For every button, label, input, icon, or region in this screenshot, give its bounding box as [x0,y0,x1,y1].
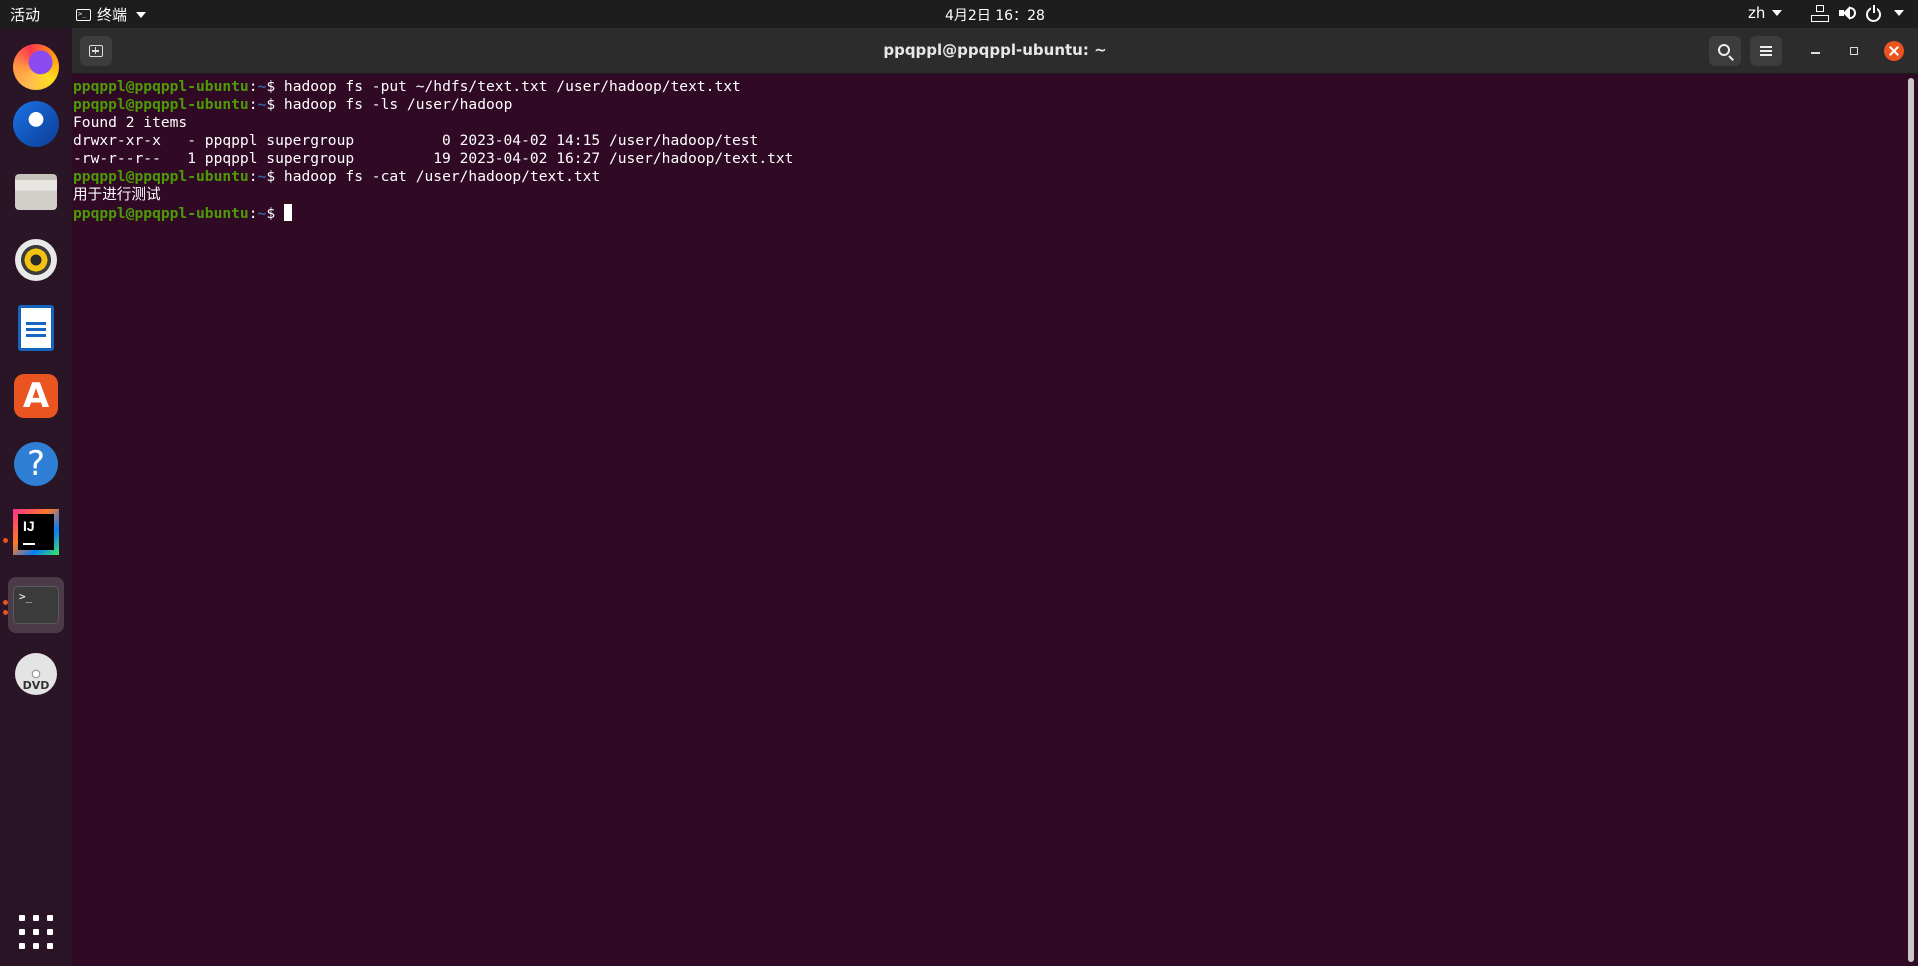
command-text: hadoop fs -put ~/hdfs/text.txt /user/had… [283,78,741,95]
firefox-icon [13,44,59,90]
maximize-button[interactable] [1844,41,1864,61]
maximize-icon [1850,47,1858,55]
output-line: 用于进行测试 [73,186,1902,204]
prompt-user: ppqppl@ppqppl-ubuntu [73,205,249,222]
writer-icon [18,305,54,351]
clock[interactable]: 4月2日 16：28 [945,5,1045,25]
terminal-content[interactable]: ppqppl@ppqppl-ubuntu:~$ hadoop fs -put ~… [72,74,1902,966]
app-store-icon: A [14,374,58,418]
header-bar[interactable]: ppqppl@ppqppl-ubuntu: ~ [72,28,1918,74]
dock-item-firefox[interactable] [8,39,64,95]
prompt-user: ppqppl@ppqppl-ubuntu [73,96,249,113]
prompt-user: ppqppl@ppqppl-ubuntu [73,78,249,95]
output-text: drwxr-xr-x - ppqppl supergroup 0 2023-04… [73,132,759,149]
text-cursor [283,204,292,221]
prompt-line: ppqppl@ppqppl-ubuntu:~$ hadoop fs -put ~… [73,78,741,95]
minimize-button[interactable] [1805,41,1825,61]
power-icon [1866,4,1881,22]
output-text: -rw-r--r-- 1 ppqppl supergroup 19 2023-0… [73,150,794,167]
intellij-icon: IJ [13,509,59,555]
input-method-label: zh [1748,4,1766,22]
search-icon [1718,44,1730,56]
dock-item-help[interactable]: ? [8,436,64,492]
help-icon: ? [14,442,58,486]
output-line: Found 2 items [73,114,1902,132]
dock-item-files[interactable] [8,164,64,220]
dock-item-intellij[interactable]: IJ [8,504,64,560]
prompt-path: ~ [257,205,267,222]
network-icon [1810,4,1829,22]
dock-item-terminal[interactable]: >_ [8,577,64,633]
chevron-down-icon [1772,10,1783,16]
app-menu-label: 终端 [97,6,128,24]
rhythmbox-icon [15,239,57,281]
prompt-path: ~ [257,96,267,113]
menu-button[interactable] [1750,36,1782,66]
prompt-path: ~ [257,168,267,185]
output-line: drwxr-xr-x - ppqppl supergroup 0 2023-04… [73,132,1902,150]
prompt-symbol: $ [266,168,276,185]
system-tray[interactable] [1810,4,1904,22]
prompt-line: ppqppl@ppqppl-ubuntu:~$ hadoop fs -ls /u… [73,96,513,113]
dock-item-thunderbird[interactable] [8,96,64,152]
dock-item-dvd[interactable]: DVD [8,646,64,702]
terminal-icon: >_ [76,8,91,21]
chevron-down-icon [1894,10,1904,16]
app-menu[interactable]: >_ 终端 [76,4,147,25]
close-icon [1889,46,1899,56]
prompt-path: ~ [257,78,267,95]
dock-item-app-store[interactable]: A [8,368,64,424]
prompt-symbol: $ [266,78,276,95]
new-tab-button[interactable] [80,36,112,66]
terminal-icon: >_ [13,586,59,624]
top-bar: 活动 >_ 终端 4月2日 16：28 zh [0,0,1918,28]
thunderbird-icon [13,101,59,147]
command-text: hadoop fs -ls /user/hadoop [283,96,513,113]
dock-item-rhythmbox[interactable] [8,232,64,288]
output-line: -rw-r--r-- 1 ppqppl supergroup 19 2023-0… [73,150,1902,168]
activities-button[interactable]: 活动 [10,4,40,25]
hamburger-icon [1760,46,1772,56]
files-icon [15,174,57,210]
volume-icon [1838,4,1856,22]
prompt-user: ppqppl@ppqppl-ubuntu [73,168,249,185]
dock: A ? IJ >_ DVD [0,28,72,966]
dvd-icon: DVD [15,653,57,695]
close-button[interactable] [1884,41,1904,61]
terminal-window: ppqppl@ppqppl-ubuntu: ~ ppqppl@ppqppl-ub… [72,28,1918,966]
prompt-symbol: $ [266,96,276,113]
scrollbar[interactable] [1908,78,1914,962]
minimize-icon [1810,52,1820,54]
prompt-line: ppqppl@ppqppl-ubuntu:~$ hadoop fs -cat /… [73,168,601,185]
chevron-down-icon [136,11,147,18]
show-applications-button[interactable] [8,904,64,960]
input-method-menu[interactable]: zh [1748,4,1783,22]
output-text: Found 2 items [73,114,188,131]
prompt-line: ppqppl@ppqppl-ubuntu:~$ [73,204,1902,222]
prompt-symbol: $ [266,205,276,222]
command-text: hadoop fs -cat /user/hadoop/text.txt [283,168,601,185]
output-text: 用于进行测试 [73,186,161,203]
new-tab-icon [89,45,103,57]
app-grid-icon [19,915,53,949]
dock-item-writer[interactable] [8,300,64,356]
window-title: ppqppl@ppqppl-ubuntu: ~ [883,41,1107,59]
search-button[interactable] [1709,36,1741,66]
